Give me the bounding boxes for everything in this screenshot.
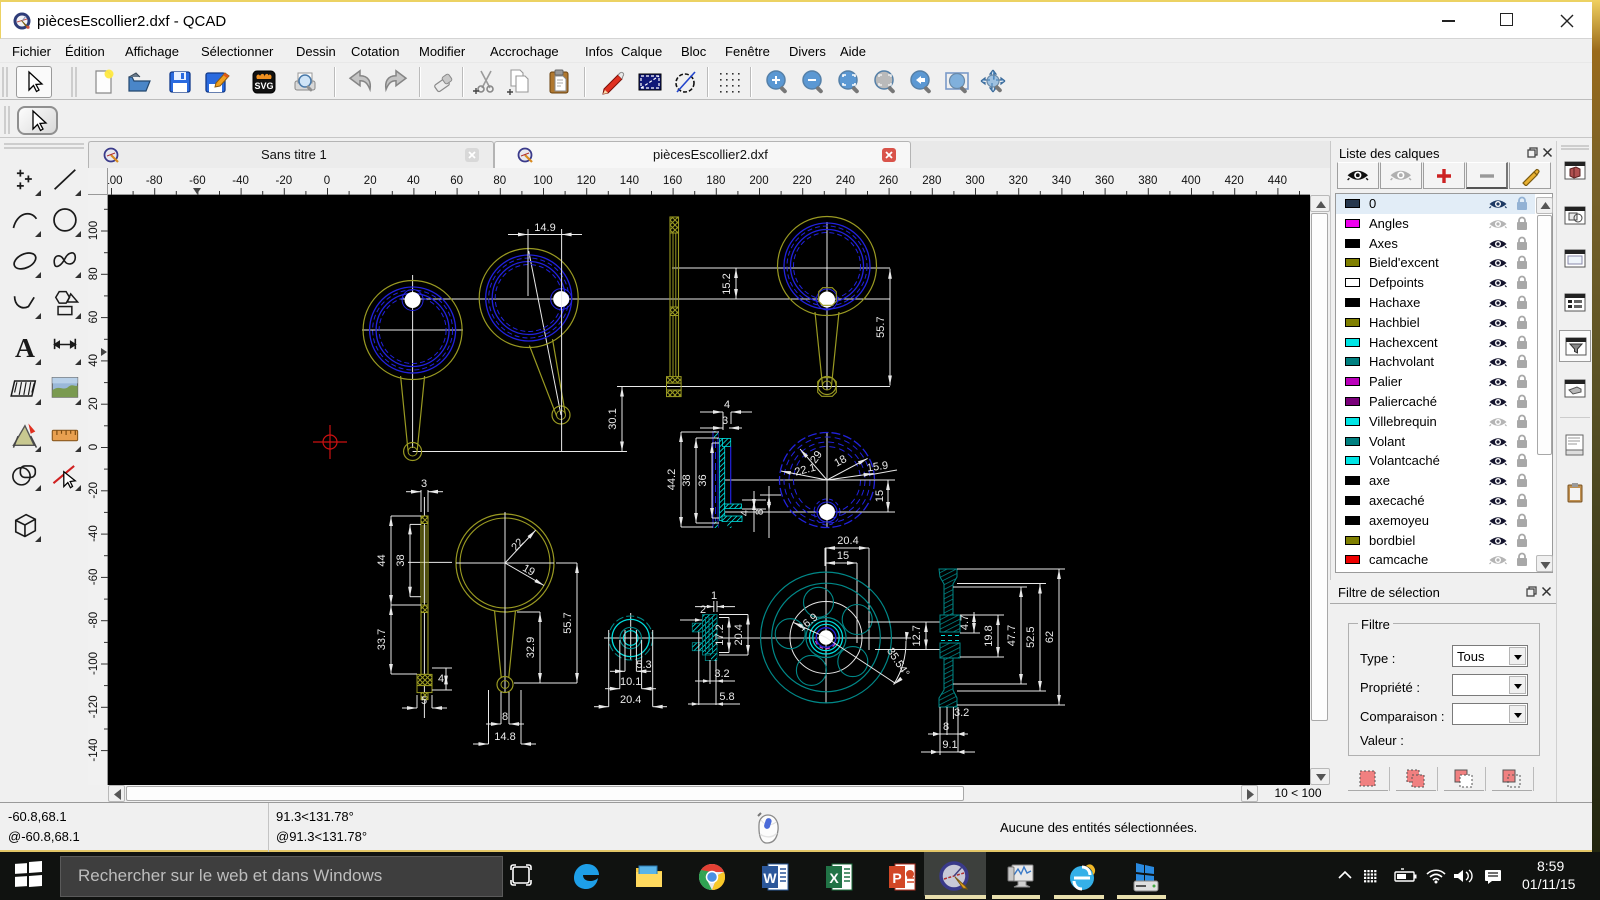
svg-text:80: 80 xyxy=(493,175,506,187)
svg-text:20: 20 xyxy=(364,175,377,187)
svg-text:20.4: 20.4 xyxy=(733,624,745,645)
svg-text:17.2: 17.2 xyxy=(714,624,726,645)
svg-text:A: A xyxy=(15,332,35,363)
svg-text:20.4: 20.4 xyxy=(620,694,641,706)
svg-text:55.7: 55.7 xyxy=(875,316,887,337)
svg-text:-20: -20 xyxy=(275,175,292,187)
svg-text:15: 15 xyxy=(874,490,886,502)
svg-text:44.2: 44.2 xyxy=(666,469,678,490)
svg-text:400: 400 xyxy=(1181,175,1200,187)
svg-text:3: 3 xyxy=(421,478,427,490)
svg-text:80: 80 xyxy=(88,267,100,280)
svg-text:-80: -80 xyxy=(88,612,100,629)
svg-text:340: 340 xyxy=(1052,175,1071,187)
svg-text:0: 0 xyxy=(324,175,330,187)
svg-text:18: 18 xyxy=(832,453,848,469)
svg-text:W: W xyxy=(763,870,777,886)
svg-text:40: 40 xyxy=(88,354,100,367)
svg-text:5: 5 xyxy=(421,695,427,707)
svg-text:3.2: 3.2 xyxy=(714,668,729,680)
svg-text:300: 300 xyxy=(965,175,984,187)
svg-text:-40: -40 xyxy=(232,175,249,187)
svg-text:19: 19 xyxy=(520,562,537,579)
svg-text:1: 1 xyxy=(711,590,717,602)
svg-text:-60: -60 xyxy=(189,175,206,187)
svg-text:16.9: 16.9 xyxy=(796,611,820,634)
svg-text:60: 60 xyxy=(88,311,100,324)
svg-text:15: 15 xyxy=(837,550,849,562)
svg-text:140: 140 xyxy=(620,175,639,187)
svg-text:14.8: 14.8 xyxy=(494,731,515,743)
svg-text:52.5: 52.5 xyxy=(1025,626,1037,647)
svg-text:100: 100 xyxy=(533,175,552,187)
svg-text:100: 100 xyxy=(88,221,100,240)
svg-text:30.1: 30.1 xyxy=(607,408,619,429)
svg-text:35.54°: 35.54° xyxy=(884,646,911,679)
svg-text:180: 180 xyxy=(706,175,725,187)
svg-text:X: X xyxy=(829,870,839,886)
svg-text:360: 360 xyxy=(1095,175,1114,187)
svg-text:-80: -80 xyxy=(146,175,163,187)
svg-text:5.3: 5.3 xyxy=(636,659,651,671)
svg-text:120: 120 xyxy=(577,175,596,187)
svg-text:8: 8 xyxy=(754,509,766,515)
svg-text:4.7: 4.7 xyxy=(959,615,971,630)
svg-text:5.8: 5.8 xyxy=(719,691,734,703)
svg-text:P: P xyxy=(892,870,901,886)
svg-text:38: 38 xyxy=(681,474,693,486)
svg-text:12.7: 12.7 xyxy=(911,625,923,646)
svg-text:-20: -20 xyxy=(88,482,100,499)
svg-text:440: 440 xyxy=(1268,175,1287,187)
svg-text:38: 38 xyxy=(395,554,407,566)
svg-text:15.2: 15.2 xyxy=(721,273,733,294)
svg-text:55.7: 55.7 xyxy=(562,612,574,633)
svg-text:47.7: 47.7 xyxy=(1006,625,1018,646)
svg-text:-120: -120 xyxy=(88,695,100,718)
svg-text:4: 4 xyxy=(739,510,751,516)
svg-text:4: 4 xyxy=(724,399,730,411)
svg-text:36: 36 xyxy=(697,474,709,486)
svg-text:4: 4 xyxy=(438,673,444,685)
svg-text:20: 20 xyxy=(88,397,100,410)
svg-text:280: 280 xyxy=(922,175,941,187)
svg-text:8: 8 xyxy=(943,721,949,733)
svg-text:32.9: 32.9 xyxy=(525,637,537,658)
svg-text:SVG: SVG xyxy=(254,81,273,91)
svg-text:9.1: 9.1 xyxy=(942,739,957,751)
svg-text:40: 40 xyxy=(407,175,420,187)
svg-text:33.7: 33.7 xyxy=(376,629,388,650)
svg-text:19.8: 19.8 xyxy=(983,625,995,646)
svg-text:14.9: 14.9 xyxy=(534,222,555,234)
svg-text:240: 240 xyxy=(836,175,855,187)
svg-text:10.1: 10.1 xyxy=(620,676,641,688)
svg-text:220: 220 xyxy=(793,175,812,187)
svg-text:3: 3 xyxy=(722,415,728,427)
svg-text:-40: -40 xyxy=(88,525,100,542)
svg-text:420: 420 xyxy=(1225,175,1244,187)
svg-text:0: 0 xyxy=(88,444,100,450)
svg-text:20.4: 20.4 xyxy=(837,535,858,547)
svg-text:3.2: 3.2 xyxy=(954,707,969,719)
svg-text:60: 60 xyxy=(450,175,463,187)
svg-text:260: 260 xyxy=(879,175,898,187)
svg-text:-100: -100 xyxy=(88,652,100,675)
svg-text:44: 44 xyxy=(376,554,388,566)
svg-text:2: 2 xyxy=(700,604,706,616)
svg-text:200: 200 xyxy=(749,175,768,187)
svg-text:62: 62 xyxy=(1044,631,1056,643)
svg-text:8: 8 xyxy=(502,711,508,723)
svg-text:380: 380 xyxy=(1138,175,1157,187)
svg-text:320: 320 xyxy=(1009,175,1028,187)
svg-text:-100: -100 xyxy=(108,175,123,187)
svg-text:22: 22 xyxy=(509,536,526,553)
svg-text:160: 160 xyxy=(663,175,682,187)
svg-text:-60: -60 xyxy=(88,569,100,586)
svg-text:-140: -140 xyxy=(88,739,100,762)
